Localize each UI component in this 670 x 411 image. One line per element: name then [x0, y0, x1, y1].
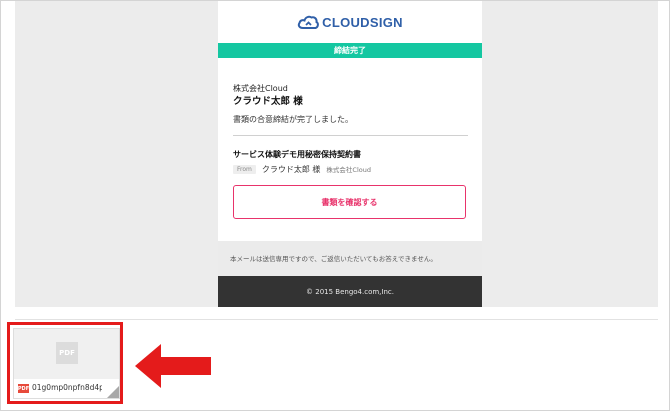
from-badge: From — [233, 164, 256, 174]
from-row: From クラウド太郎 様 株式会社Cloud — [233, 163, 371, 175]
status-banner: 締結完了 — [218, 43, 482, 58]
page-fold-icon — [107, 386, 119, 398]
pdf-attachment[interactable]: PDF PDF 01g0mp0npfn8d4p... — [13, 328, 120, 399]
email-footer: © 2015 Bengo4.com,Inc. — [218, 276, 482, 307]
confirm-document-button[interactable]: 書類を確認する — [233, 185, 466, 219]
document-title: サービス体験デモ用秘密保持契約書 — [233, 150, 361, 159]
red-arrow-icon — [135, 344, 211, 388]
email-card: CLOUDSIGN 締結完了 株式会社Cloud クラウド太郎 様 書類の合意締… — [218, 1, 482, 307]
cloud-logo-icon — [297, 15, 320, 29]
pdf-thumbnail-icon: PDF — [56, 342, 78, 364]
brand-logo: CLOUDSIGN — [218, 1, 482, 43]
attachment-file-name: 01g0mp0npfn8d4p... — [32, 383, 102, 392]
from-company: 株式会社Cloud — [326, 166, 371, 174]
email-body-area: CLOUDSIGN 締結完了 株式会社Cloud クラウド太郎 様 書類の合意締… — [15, 1, 658, 307]
attachment-separator — [15, 319, 658, 320]
divider — [233, 135, 468, 136]
pdf-file-icon: PDF — [17, 384, 30, 393]
recipient-name: クラウド太郎 様 — [233, 96, 303, 107]
completion-message: 書類の合意締結が完了しました。 — [233, 115, 353, 124]
no-reply-notice: 本メールは送信専用ですので、ご返信いただいてもお答えできません。 — [230, 255, 437, 263]
attachment-file-strip: PDF 01g0mp0npfn8d4p... — [14, 379, 119, 398]
brand-name: CLOUDSIGN — [322, 14, 403, 30]
from-name: クラウド太郎 様 — [261, 164, 321, 174]
